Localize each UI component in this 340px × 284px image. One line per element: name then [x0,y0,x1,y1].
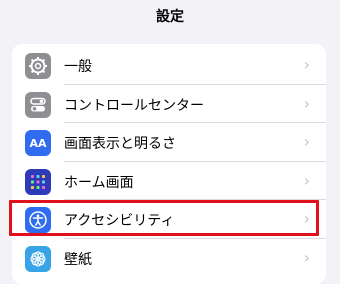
settings-row-label: 壁紙 [64,251,92,268]
page-title: 設定 [156,9,184,25]
settings-row-label: 画面表示と明るさ [64,136,176,152]
wallpaper-flower-icon [25,245,51,272]
display-brightness-icon-text: AA [29,136,47,150]
chevron-right-icon: › [303,170,310,190]
settings-row-label: 一般 [64,59,92,75]
settings-row-display-brightness[interactable]: AA 画面表示と明るさ › [12,123,326,162]
gear-icon [25,53,51,79]
settings-row-wallpaper[interactable]: 壁紙 › [12,239,326,278]
accessibility-highlight-box [9,200,319,236]
settings-row-label: コントロールセンター [64,97,204,114]
settings-row-home-screen[interactable]: ホーム画面 › [12,162,326,200]
settings-list: 一般 › コントロールセンター › AA 画面表示と明るさ › ホーム画面 › … [12,44,326,284]
display-brightness-icon: AA [25,130,51,156]
settings-row-control-center[interactable]: コントロールセンター › [12,85,326,123]
home-screen-grid-icon [25,168,51,195]
settings-row-label: ホーム画面 [64,174,134,191]
control-center-toggles-icon [25,91,51,118]
chevron-right-icon: › [303,247,310,267]
chevron-right-icon: › [303,132,310,151]
chevron-right-icon: › [303,93,310,113]
chevron-right-icon: › [303,55,310,74]
settings-row-general[interactable]: 一般 › [12,46,326,85]
